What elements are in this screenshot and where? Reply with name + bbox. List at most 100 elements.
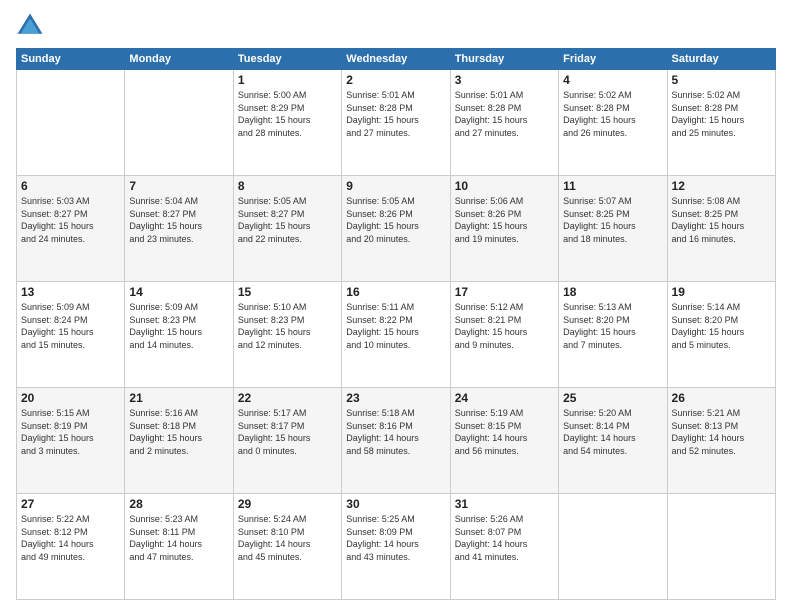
day-number: 10 [455,179,554,193]
calendar-cell [667,494,775,600]
day-number: 12 [672,179,771,193]
calendar-cell: 19 Sunrise: 5:14 AM Sunset: 8:20 PM Dayli… [667,282,775,388]
day-info: Sunrise: 5:22 AM Sunset: 8:12 PM Dayligh… [21,513,120,563]
calendar-cell: 5Sunrise: 5:02 AM Sunset: 8:28 PM Daylig… [667,70,775,176]
day-info: Sunrise: 5:15 AM Sunset: 8:19 PM Dayligh… [21,407,120,457]
day-number: 19 [672,285,771,299]
day-info: Sunrise: 5:09 AM Sunset: 8:23 PM Dayligh… [129,301,228,351]
day-number: 4 [563,73,662,87]
day-number: 27 [21,497,120,511]
day-number: 22 [238,391,337,405]
calendar-cell: 8 Sunrise: 5:05 AM Sunset: 8:27 PM Daylig… [233,176,341,282]
day-number: 8 [238,179,337,193]
header [16,12,776,40]
calendar-cell [559,494,667,600]
calendar-cell: 23 Sunrise: 5:18 AM Sunset: 8:16 PM Dayli… [342,388,450,494]
calendar-cell: 10 Sunrise: 5:06 AM Sunset: 8:26 PM Dayli… [450,176,558,282]
calendar-cell: 2Sunrise: 5:01 AM Sunset: 8:28 PM Daylig… [342,70,450,176]
day-info: Sunrise: 5:00 AM Sunset: 8:29 PM Dayligh… [238,89,337,139]
day-info: Sunrise: 5:19 AM Sunset: 8:15 PM Dayligh… [455,407,554,457]
calendar-cell: 26 Sunrise: 5:21 AM Sunset: 8:13 PM Dayli… [667,388,775,494]
weekday-header-thursday: Thursday [450,49,558,70]
calendar-cell: 28Sunrise: 5:23 AM Sunset: 8:11 PM Dayli… [125,494,233,600]
day-info: Sunrise: 5:26 AM Sunset: 8:07 PM Dayligh… [455,513,554,563]
day-info: Sunrise: 5:05 AM Sunset: 8:26 PM Dayligh… [346,195,445,245]
day-info: Sunrise: 5:02 AM Sunset: 8:28 PM Dayligh… [563,89,662,139]
day-number: 25 [563,391,662,405]
calendar-cell: 6 Sunrise: 5:03 AM Sunset: 8:27 PM Daylig… [17,176,125,282]
page: SundayMondayTuesdayWednesdayThursdayFrid… [0,0,792,612]
calendar-cell: 21 Sunrise: 5:16 AM Sunset: 8:18 PM Dayli… [125,388,233,494]
day-number: 5 [672,73,771,87]
day-number: 28 [129,497,228,511]
weekday-header-friday: Friday [559,49,667,70]
day-info: Sunrise: 5:24 AM Sunset: 8:10 PM Dayligh… [238,513,337,563]
day-number: 31 [455,497,554,511]
calendar-cell [17,70,125,176]
day-info: Sunrise: 5:17 AM Sunset: 8:17 PM Dayligh… [238,407,337,457]
day-info: Sunrise: 5:06 AM Sunset: 8:26 PM Dayligh… [455,195,554,245]
weekday-header-row: SundayMondayTuesdayWednesdayThursdayFrid… [17,49,776,70]
week-row-4: 20 Sunrise: 5:15 AM Sunset: 8:19 PM Dayli… [17,388,776,494]
calendar-cell: 15Sunrise: 5:10 AM Sunset: 8:23 PM Dayli… [233,282,341,388]
day-number: 17 [455,285,554,299]
day-info: Sunrise: 5:21 AM Sunset: 8:13 PM Dayligh… [672,407,771,457]
day-number: 1 [238,73,337,87]
calendar-cell: 9Sunrise: 5:05 AM Sunset: 8:26 PM Daylig… [342,176,450,282]
weekday-header-wednesday: Wednesday [342,49,450,70]
day-info: Sunrise: 5:20 AM Sunset: 8:14 PM Dayligh… [563,407,662,457]
calendar-cell: 12 Sunrise: 5:08 AM Sunset: 8:25 PM Dayli… [667,176,775,282]
calendar-cell: 20 Sunrise: 5:15 AM Sunset: 8:19 PM Dayli… [17,388,125,494]
day-number: 13 [21,285,120,299]
day-number: 16 [346,285,445,299]
day-info: Sunrise: 5:07 AM Sunset: 8:25 PM Dayligh… [563,195,662,245]
weekday-header-saturday: Saturday [667,49,775,70]
calendar-cell: 29 Sunrise: 5:24 AM Sunset: 8:10 PM Dayli… [233,494,341,600]
calendar-cell: 17Sunrise: 5:12 AM Sunset: 8:21 PM Dayli… [450,282,558,388]
calendar-cell: 3 Sunrise: 5:01 AM Sunset: 8:28 PM Daylig… [450,70,558,176]
day-number: 6 [21,179,120,193]
day-info: Sunrise: 5:08 AM Sunset: 8:25 PM Dayligh… [672,195,771,245]
calendar-cell: 22 Sunrise: 5:17 AM Sunset: 8:17 PM Dayli… [233,388,341,494]
day-info: Sunrise: 5:14 AM Sunset: 8:20 PM Dayligh… [672,301,771,351]
day-number: 7 [129,179,228,193]
week-row-3: 13Sunrise: 5:09 AM Sunset: 8:24 PM Dayli… [17,282,776,388]
calendar-cell: 30Sunrise: 5:25 AM Sunset: 8:09 PM Dayli… [342,494,450,600]
calendar-cell: 31 Sunrise: 5:26 AM Sunset: 8:07 PM Dayli… [450,494,558,600]
day-info: Sunrise: 5:25 AM Sunset: 8:09 PM Dayligh… [346,513,445,563]
day-info: Sunrise: 5:01 AM Sunset: 8:28 PM Dayligh… [455,89,554,139]
calendar-cell: 11 Sunrise: 5:07 AM Sunset: 8:25 PM Dayli… [559,176,667,282]
day-number: 24 [455,391,554,405]
calendar-cell: 24 Sunrise: 5:19 AM Sunset: 8:15 PM Dayli… [450,388,558,494]
day-info: Sunrise: 5:13 AM Sunset: 8:20 PM Dayligh… [563,301,662,351]
week-row-5: 27 Sunrise: 5:22 AM Sunset: 8:12 PM Dayli… [17,494,776,600]
calendar-cell: 7 Sunrise: 5:04 AM Sunset: 8:27 PM Daylig… [125,176,233,282]
weekday-header-monday: Monday [125,49,233,70]
calendar-cell: 4 Sunrise: 5:02 AM Sunset: 8:28 PM Daylig… [559,70,667,176]
logo-icon [16,12,44,40]
day-number: 3 [455,73,554,87]
calendar-cell: 16 Sunrise: 5:11 AM Sunset: 8:22 PM Dayli… [342,282,450,388]
day-info: Sunrise: 5:03 AM Sunset: 8:27 PM Dayligh… [21,195,120,245]
day-info: Sunrise: 5:11 AM Sunset: 8:22 PM Dayligh… [346,301,445,351]
day-number: 29 [238,497,337,511]
day-info: Sunrise: 5:05 AM Sunset: 8:27 PM Dayligh… [238,195,337,245]
calendar-cell: 27 Sunrise: 5:22 AM Sunset: 8:12 PM Dayli… [17,494,125,600]
calendar-cell: 18 Sunrise: 5:13 AM Sunset: 8:20 PM Dayli… [559,282,667,388]
calendar-table: SundayMondayTuesdayWednesdayThursdayFrid… [16,48,776,600]
calendar-cell [125,70,233,176]
day-number: 26 [672,391,771,405]
day-info: Sunrise: 5:18 AM Sunset: 8:16 PM Dayligh… [346,407,445,457]
calendar-cell: 25 Sunrise: 5:20 AM Sunset: 8:14 PM Dayli… [559,388,667,494]
day-number: 14 [129,285,228,299]
day-number: 18 [563,285,662,299]
day-info: Sunrise: 5:16 AM Sunset: 8:18 PM Dayligh… [129,407,228,457]
day-number: 11 [563,179,662,193]
day-info: Sunrise: 5:04 AM Sunset: 8:27 PM Dayligh… [129,195,228,245]
day-number: 20 [21,391,120,405]
day-number: 21 [129,391,228,405]
logo [16,12,48,40]
week-row-1: 1 Sunrise: 5:00 AM Sunset: 8:29 PM Daylig… [17,70,776,176]
day-number: 23 [346,391,445,405]
day-info: Sunrise: 5:10 AM Sunset: 8:23 PM Dayligh… [238,301,337,351]
